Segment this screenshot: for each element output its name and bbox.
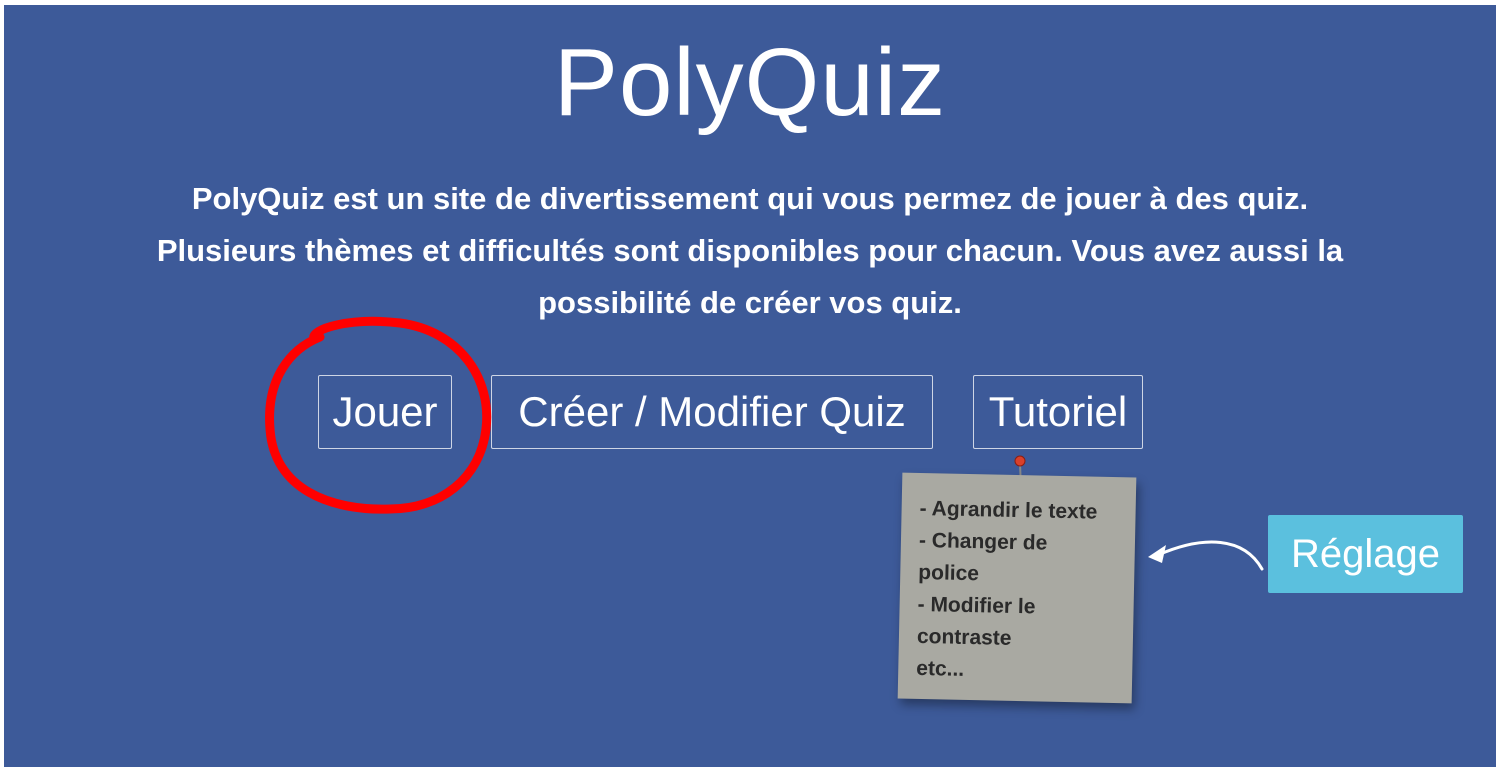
note-line-4: - Modifier le (917, 592, 1036, 619)
intro-line-2: Plusieurs thèmes et difficultés sont dis… (156, 233, 1344, 268)
home-page: PolyQuiz PolyQuiz est un site de diverti… (4, 5, 1496, 767)
note-line-2: - Changer de (918, 528, 1048, 555)
note-line-3: police (918, 560, 980, 586)
curved-arrow-icon (1148, 540, 1264, 571)
note-line-6: etc... (916, 656, 965, 681)
play-button[interactable]: Jouer (318, 375, 452, 449)
intro-text: PolyQuiz est un site de divertissement q… (44, 173, 1456, 329)
create-edit-quiz-button[interactable]: Créer / Modifier Quiz (491, 375, 933, 449)
intro-line-1: PolyQuiz est un site de divertissement q… (191, 181, 1309, 216)
page-title: PolyQuiz (553, 29, 947, 136)
settings-button[interactable]: Réglage (1268, 515, 1463, 593)
note-line-5: contraste (916, 624, 1012, 650)
intro-line-3: possibilité de créer vos quiz. (538, 285, 962, 320)
note-line-1: - Agrandir le texte (919, 496, 1098, 524)
settings-hint-note: - Agrandir le texte - Changer de police … (897, 472, 1137, 704)
tutorial-button[interactable]: Tutoriel (973, 375, 1143, 449)
